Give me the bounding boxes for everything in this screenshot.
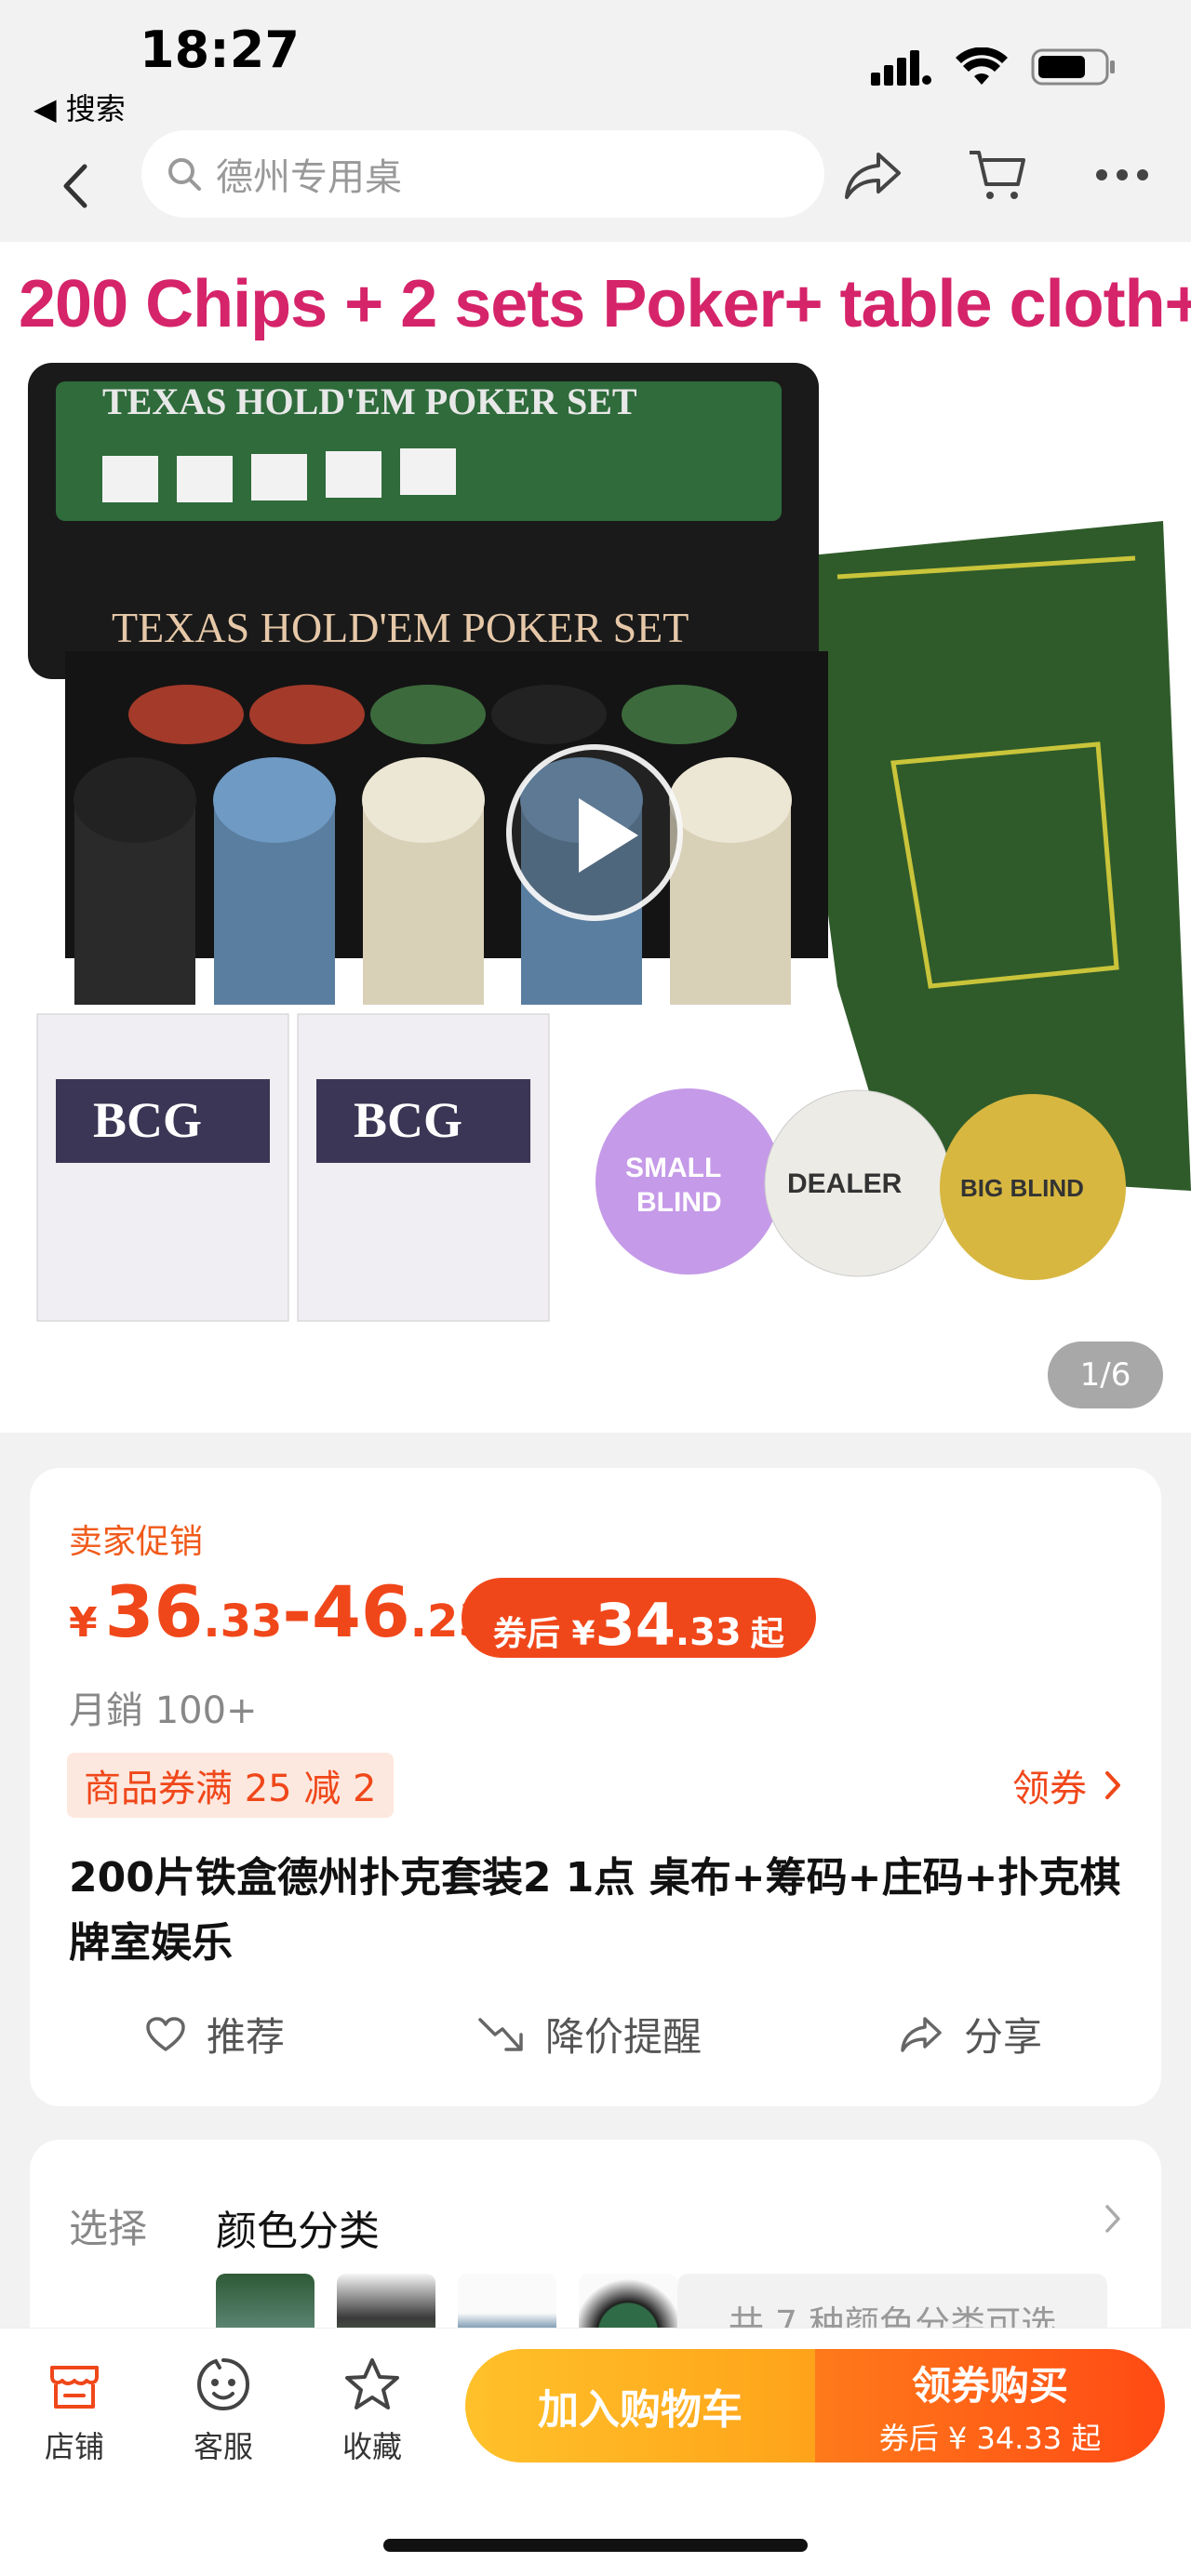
back-to-app-link[interactable]: ◀ 搜索 bbox=[33, 86, 126, 128]
recommend-button[interactable]: 推荐 bbox=[145, 2006, 285, 2062]
product-image-carousel[interactable]: 200 Chips + 2 sets Poker+ table cloth+..… bbox=[0, 242, 1191, 1433]
coupon-prefix: 券后 ¥ bbox=[493, 1615, 596, 1653]
coupon-int: 34 bbox=[595, 1591, 676, 1659]
customer-service-button[interactable]: 客服 bbox=[167, 2355, 279, 2466]
home-indicator bbox=[383, 2539, 808, 2552]
heart-icon bbox=[146, 2016, 185, 2051]
buy-with-coupon-button[interactable]: 领券购买 券后 ¥ 34.33 起 bbox=[815, 2349, 1165, 2463]
status-icons bbox=[871, 47, 1117, 87]
select-value: 颜色分类 bbox=[216, 2208, 380, 2255]
product-title: 200片铁盒德州扑克套装2 1点 桌布+筹码+庄码+扑克棋牌室娱乐 bbox=[69, 1854, 1121, 1967]
buy-sub-label: 券后 ¥ 34.33 起 bbox=[878, 2420, 1102, 2456]
chevron-right-icon bbox=[1105, 2205, 1120, 2233]
get-coupon-button[interactable]: 领券 bbox=[1012, 1758, 1122, 1812]
svg-text:TEXAS HOLD'EM POKER SET: TEXAS HOLD'EM POKER SET bbox=[102, 380, 637, 422]
purchase-cta-group: 加入购物车 领券购买 券后 ¥ 34.33 起 bbox=[465, 2349, 1165, 2463]
status-bar: 18:27 ◀ 搜索 bbox=[0, 0, 1191, 130]
favorite-button[interactable]: 收藏 bbox=[316, 2355, 428, 2466]
add-to-cart-button[interactable]: 加入购物车 bbox=[465, 2349, 815, 2463]
chevron-right-icon bbox=[1105, 1771, 1120, 1799]
chevron-left-icon bbox=[63, 164, 87, 208]
product-actions: 推荐 降价提醒 分享 bbox=[30, 2006, 1161, 2080]
svg-text:BIG BLIND: BIG BLIND bbox=[960, 1174, 1084, 1202]
share-product-button[interactable]: 分享 bbox=[899, 2006, 1042, 2062]
promo-label: 卖家促销 bbox=[69, 1523, 204, 1561]
nav-bar: 德州专用桌 bbox=[0, 130, 1191, 242]
star-icon bbox=[345, 2358, 399, 2409]
shop-label: 店铺 bbox=[44, 2429, 104, 2464]
get-coupon-label: 领券 bbox=[1012, 1768, 1087, 1810]
svg-text:BCG: BCG bbox=[354, 1092, 462, 1148]
play-video-button[interactable] bbox=[506, 744, 683, 921]
price-low-dec: .33 bbox=[203, 1595, 283, 1648]
coupon-dec: .33 bbox=[675, 1611, 742, 1654]
service-label: 客服 bbox=[193, 2429, 253, 2464]
search-icon bbox=[168, 158, 201, 191]
coupon-suffix: 起 bbox=[750, 1615, 784, 1653]
shop-button[interactable]: 店铺 bbox=[19, 2355, 130, 2466]
svg-text:BCG: BCG bbox=[93, 1092, 202, 1148]
price-alert-button[interactable]: 降价提醒 bbox=[476, 2006, 702, 2062]
select-label: 选择 bbox=[69, 2206, 148, 2251]
svg-text:BLIND: BLIND bbox=[636, 1187, 722, 1218]
svg-text:TEXAS HOLD'EM POKER SET: TEXAS HOLD'EM POKER SET bbox=[112, 604, 689, 651]
share-icon bbox=[901, 2016, 942, 2052]
svg-text:DEALER: DEALER bbox=[787, 1168, 903, 1199]
svg-text:SMALL: SMALL bbox=[625, 1153, 721, 1183]
monthly-sales: 月銷 100+ bbox=[69, 1689, 258, 1732]
wifi-icon bbox=[956, 47, 1008, 85]
more-dots-icon bbox=[1096, 169, 1148, 180]
share-icon bbox=[845, 153, 901, 199]
price-range: ¥ 36 .33 - 46 .25 bbox=[69, 1570, 489, 1653]
favorite-label: 收藏 bbox=[341, 2429, 402, 2464]
voucher-tag[interactable]: 商品券满 25 减 2 bbox=[67, 1753, 394, 1818]
share-button[interactable] bbox=[841, 143, 904, 207]
shop-icon bbox=[50, 2366, 99, 2409]
price-high-int: 46 bbox=[311, 1570, 410, 1653]
back-button[interactable] bbox=[48, 156, 100, 216]
price-low-int: 36 bbox=[104, 1570, 204, 1653]
search-input[interactable]: 德州专用桌 bbox=[141, 130, 824, 218]
price-alert-label: 降价提醒 bbox=[545, 2014, 703, 2060]
cellular-signal-icon bbox=[871, 50, 931, 86]
bottom-action-bar: 店铺 客服 收藏 加入购物车 领券购买 券后 ¥ 34.33 起 bbox=[0, 2328, 1191, 2576]
image-counter: 1/6 bbox=[1048, 1341, 1163, 1408]
status-time: 18:27 bbox=[140, 20, 300, 79]
more-button[interactable] bbox=[1091, 143, 1154, 207]
service-face-icon bbox=[196, 2358, 250, 2411]
cart-icon bbox=[970, 151, 1025, 199]
search-placeholder: 德州专用桌 bbox=[216, 156, 402, 199]
product-info-card: 卖家促销 ¥ 36 .33 - 46 .25 券后 ¥ 34 .33 起 月銷 … bbox=[30, 1468, 1161, 2106]
price-currency: ¥ bbox=[69, 1599, 98, 1647]
share-label: 分享 bbox=[964, 2014, 1043, 2060]
recommend-label: 推荐 bbox=[207, 2014, 286, 2060]
cart-button[interactable] bbox=[966, 143, 1029, 207]
coupon-price-badge: 券后 ¥ 34 .33 起 bbox=[462, 1578, 816, 1659]
price-down-icon bbox=[478, 2017, 523, 2051]
nav-actions bbox=[841, 143, 1154, 207]
buy-label: 领券购买 bbox=[911, 2362, 1068, 2409]
battery-icon bbox=[1031, 48, 1115, 86]
price-dash: - bbox=[282, 1570, 312, 1653]
